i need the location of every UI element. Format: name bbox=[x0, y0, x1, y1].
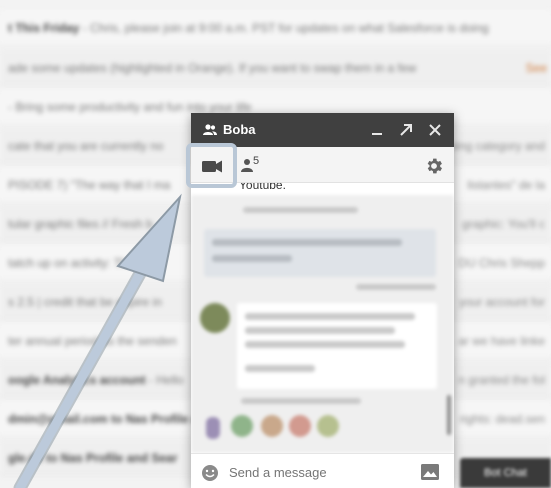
image-icon[interactable] bbox=[421, 464, 439, 480]
gear-icon[interactable] bbox=[424, 156, 444, 176]
message-bubble bbox=[204, 229, 436, 277]
chat-chip[interactable]: Bot Chat bbox=[460, 458, 551, 488]
person-icon[interactable] bbox=[240, 158, 254, 172]
message-input[interactable] bbox=[229, 462, 409, 482]
message-text: Youtube. bbox=[239, 183, 286, 192]
message-bubble-top: Youtube. bbox=[233, 183, 438, 195]
popout-button[interactable] bbox=[397, 121, 415, 139]
chat-title: Boba bbox=[223, 122, 256, 137]
popout-icon bbox=[400, 124, 412, 136]
email-row[interactable]: t This Friday - Chris, please join at 9:… bbox=[0, 10, 551, 46]
close-button[interactable] bbox=[426, 121, 444, 139]
minimize-button[interactable] bbox=[368, 121, 386, 139]
chat-header[interactable]: Boba bbox=[191, 113, 454, 147]
highlight-box bbox=[186, 143, 237, 188]
minimize-icon bbox=[372, 133, 382, 135]
group-icon bbox=[203, 124, 217, 135]
emoji-icon[interactable] bbox=[201, 464, 219, 482]
message-bubble bbox=[237, 303, 437, 389]
message-list[interactable] bbox=[191, 195, 454, 453]
email-row[interactable]: ade some updates (highlighted in Orange)… bbox=[0, 50, 551, 86]
chat-footer bbox=[191, 453, 454, 488]
scrollbar[interactable] bbox=[447, 395, 451, 435]
close-icon bbox=[429, 124, 441, 136]
avatar[interactable] bbox=[200, 303, 230, 333]
participant-count: 5 bbox=[253, 155, 260, 167]
